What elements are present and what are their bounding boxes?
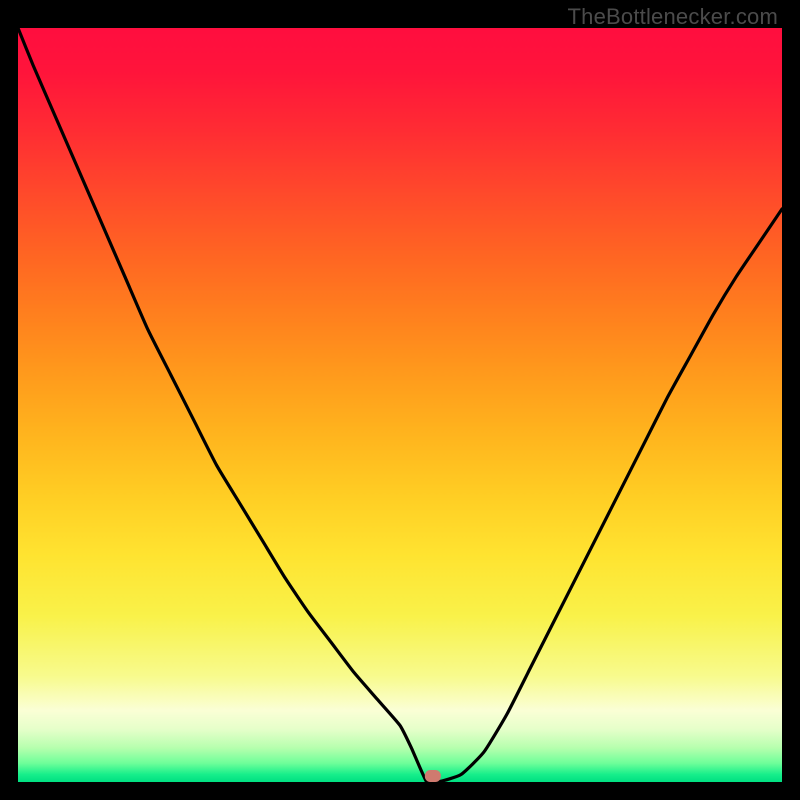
- watermark-text: TheBottlenecker.com: [568, 4, 778, 30]
- bottleneck-curve: [18, 28, 782, 782]
- plot-area: [18, 28, 782, 782]
- chart-frame: TheBottlenecker.com: [0, 0, 800, 800]
- curve-path: [18, 28, 782, 782]
- optimum-marker: [425, 770, 441, 782]
